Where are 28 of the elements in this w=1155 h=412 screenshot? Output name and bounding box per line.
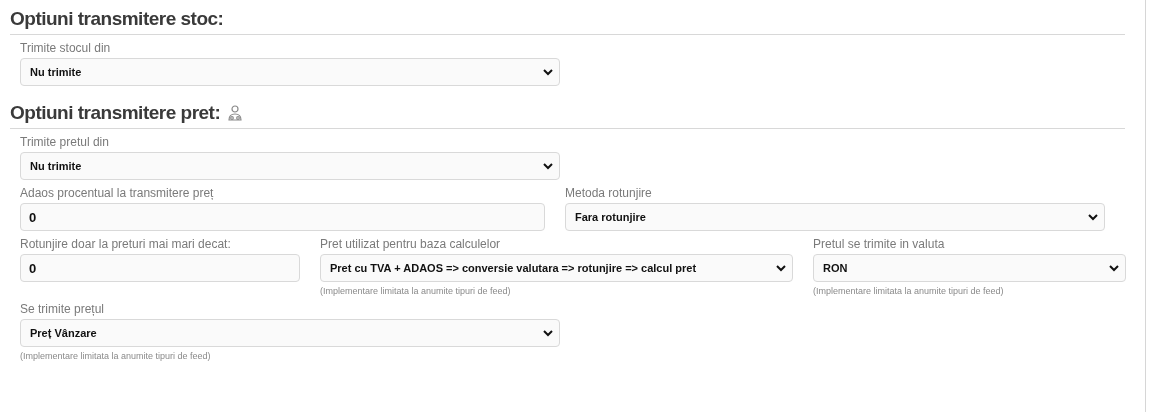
- person-gear-icon: [228, 105, 243, 121]
- dropdown[interactable]: Pret cu TVA + ADAOS => conversie valutara => rotunjire => calcul pret: [320, 254, 793, 282]
- input-field[interactable]: 0: [20, 254, 300, 282]
- field-note: (Implementare limitata la anumite tipuri de feed): [20, 351, 212, 361]
- field-label: Rotunjire doar la preturi mai mari decat:: [20, 237, 232, 251]
- field-label: Pret utilizat pentru baza calculelor: [320, 237, 502, 251]
- chevron-down-icon: [1088, 213, 1098, 221]
- chevron-down-icon: [543, 162, 553, 170]
- dropdown[interactable]: Nu trimite: [20, 152, 560, 180]
- field-note: (Implementare limitata la anumite tipuri de feed): [813, 286, 1005, 296]
- section-title: Optiuni transmitere stoc:: [10, 8, 224, 30]
- dropdown[interactable]: Preț Vânzare: [20, 319, 560, 347]
- dropdown[interactable]: Nu trimite: [20, 58, 560, 86]
- field-label: Trimite pretul din: [20, 135, 110, 149]
- chevron-down-icon: [543, 68, 553, 76]
- field-note: (Implementare limitata la anumite tipuri de feed): [320, 286, 512, 296]
- field-label: Pretul se trimite in valuta: [813, 237, 946, 251]
- field-label: Adaos procentual la transmitere preț: [20, 186, 215, 200]
- dropdown[interactable]: RON: [813, 254, 1126, 282]
- dropdown[interactable]: Fara rotunjire: [565, 203, 1105, 231]
- section-title: Optiuni transmitere pret:: [10, 102, 221, 124]
- chevron-down-icon: [543, 329, 553, 337]
- input-field[interactable]: 0: [20, 203, 545, 231]
- field-label: Trimite stocul din: [20, 41, 112, 55]
- field-label: Se trimite prețul: [20, 302, 106, 316]
- chevron-down-icon: [776, 264, 786, 272]
- field-label: Metoda rotunjire: [565, 186, 653, 200]
- chevron-down-icon: [1109, 264, 1119, 272]
